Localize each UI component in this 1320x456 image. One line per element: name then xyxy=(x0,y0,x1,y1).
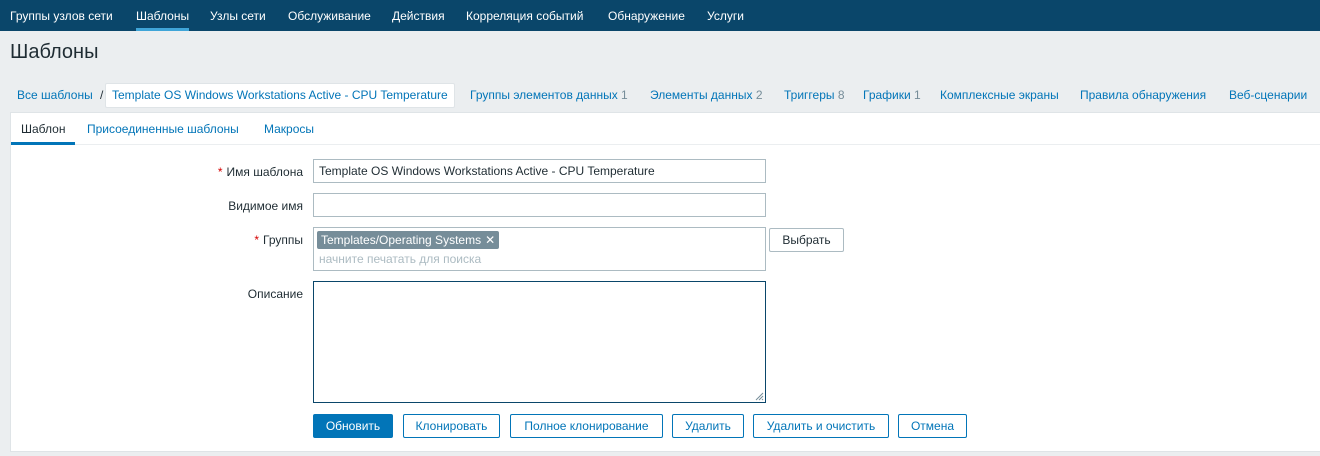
topnav-actions[interactable]: Действия xyxy=(392,0,445,31)
breadcrumb-item-groups-label: Группы элементов данных xyxy=(470,88,618,102)
breadcrumb-items-label: Элементы данных xyxy=(650,88,753,102)
group-chip-label: Templates/Operating Systems xyxy=(321,233,482,247)
topnav-maintenance[interactable]: Обслуживание xyxy=(288,0,371,31)
breadcrumb-graphs-label: Графики xyxy=(863,88,911,102)
groups-multiselect[interactable]: Templates/Operating Systems ✕ начните печ… xyxy=(313,227,766,271)
breadcrumb-web-scenarios[interactable]: Веб-сценарии xyxy=(1229,83,1307,108)
group-chip: Templates/Operating Systems ✕ xyxy=(317,231,500,249)
required-mark: * xyxy=(217,165,223,179)
tab-bar: Шаблон Присоединенные шаблоны Макросы xyxy=(11,113,1320,145)
topnav-event-correlation[interactable]: Корреляция событий xyxy=(466,0,583,31)
breadcrumb-separator: / xyxy=(100,88,104,102)
tab-linked-templates[interactable]: Присоединенные шаблоны xyxy=(77,113,249,144)
breadcrumb-item-groups[interactable]: Группы элементов данных 1 xyxy=(470,83,628,108)
groups-search-placeholder[interactable]: начните печатать для поиска xyxy=(319,252,481,266)
breadcrumb-graphs[interactable]: Графики 1 xyxy=(863,83,921,108)
breadcrumb: Все шаблоны / Template OS Windows Workst… xyxy=(0,83,1320,108)
tab-macros[interactable]: Макросы xyxy=(254,113,324,144)
breadcrumb-graphs-count: 1 xyxy=(914,88,921,102)
breadcrumb-discovery-rules[interactable]: Правила обнаружения xyxy=(1080,83,1206,108)
breadcrumb-current-template[interactable]: Template OS Windows Workstations Active … xyxy=(105,83,455,108)
remove-chip-icon[interactable]: ✕ xyxy=(485,231,495,249)
select-groups-button[interactable]: Выбрать xyxy=(769,228,844,252)
breadcrumb-item-groups-count: 1 xyxy=(621,88,628,102)
update-button[interactable]: Обновить xyxy=(313,414,393,438)
groups-label: * Группы xyxy=(103,233,303,247)
topnav-templates[interactable]: Шаблоны xyxy=(136,0,190,31)
template-name-label-text: Имя шаблона xyxy=(226,165,303,179)
cancel-button[interactable]: Отмена xyxy=(898,414,967,438)
breadcrumb-items[interactable]: Элементы данных 2 xyxy=(650,83,763,108)
description-label: Описание xyxy=(247,287,303,301)
breadcrumb-items-count: 2 xyxy=(755,88,763,102)
breadcrumb-triggers-count: 8 xyxy=(837,88,845,102)
breadcrumb-screens[interactable]: Комплексные экраны xyxy=(940,83,1059,108)
breadcrumb-triggers[interactable]: Триггеры 8 xyxy=(784,83,845,108)
required-mark: * xyxy=(254,233,260,247)
resize-handle-icon[interactable] xyxy=(755,392,764,401)
template-form-panel: Шаблон Присоединенные шаблоны Макросы * И… xyxy=(10,112,1320,452)
full-clone-button[interactable]: Полное клонирование xyxy=(510,414,663,438)
description-textarea[interactable] xyxy=(313,281,766,403)
template-name-input[interactable] xyxy=(313,159,766,183)
visible-name-label: Видимое имя xyxy=(228,199,303,213)
delete-and-clear-button[interactable]: Удалить и очистить xyxy=(753,414,889,438)
groups-label-text: Группы xyxy=(263,233,303,247)
visible-name-input[interactable] xyxy=(313,193,766,217)
topnav-discovery[interactable]: Обнаружение xyxy=(608,0,685,31)
template-name-label: * Имя шаблона xyxy=(103,165,303,179)
breadcrumb-all-templates[interactable]: Все шаблоны xyxy=(17,83,93,108)
breadcrumb-triggers-label: Триггеры xyxy=(784,88,835,102)
page-title: Шаблоны xyxy=(10,41,99,63)
topnav-services[interactable]: Услуги xyxy=(707,0,744,31)
topnav-hosts[interactable]: Узлы сети xyxy=(210,0,266,31)
tab-template[interactable]: Шаблон xyxy=(11,113,76,145)
topnav-host-groups[interactable]: Группы узлов сети xyxy=(10,0,113,31)
clone-button[interactable]: Клонировать xyxy=(403,414,500,438)
delete-button[interactable]: Удалить xyxy=(672,414,744,438)
top-navigation: Группы узлов сети Шаблоны Узлы сети Обсл… xyxy=(0,0,1320,31)
